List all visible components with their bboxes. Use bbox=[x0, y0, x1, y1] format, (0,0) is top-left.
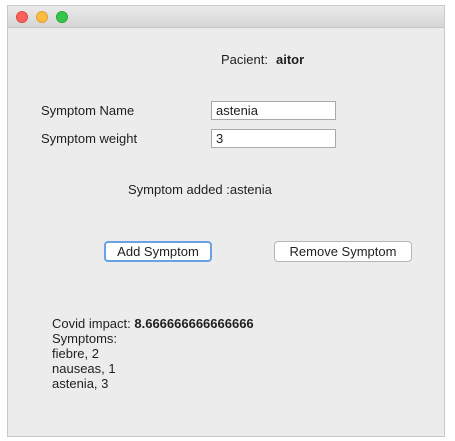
app-window: Pacient: aitor Symptom Name Symptom weigh… bbox=[7, 5, 445, 437]
remove-symptom-button[interactable]: Remove Symptom bbox=[274, 241, 412, 262]
close-window-button[interactable] bbox=[16, 11, 28, 23]
status-message: Symptom added :astenia bbox=[128, 182, 272, 197]
add-symptom-button[interactable]: Add Symptom bbox=[104, 241, 212, 262]
symptom-weight-label: Symptom weight bbox=[41, 131, 138, 146]
patient-name: aitor bbox=[275, 52, 305, 67]
maximize-window-button[interactable] bbox=[56, 11, 68, 23]
symptom-list-item: astenia, 3 bbox=[52, 376, 109, 391]
covid-impact: Covid impact: 8.666666666666666 bbox=[52, 316, 254, 331]
symptoms-label: Symptoms: bbox=[52, 331, 118, 346]
symptom-list-item: fiebre, 2 bbox=[52, 346, 99, 361]
patient-label: Pacient: bbox=[221, 52, 268, 67]
symptom-name-input[interactable] bbox=[211, 101, 336, 120]
patient-header: Pacient: aitor bbox=[221, 52, 304, 67]
covid-impact-label: Covid impact: bbox=[52, 316, 135, 331]
covid-impact-value: 8.666666666666666 bbox=[134, 316, 254, 331]
symptom-list-item: nauseas, 1 bbox=[52, 361, 116, 376]
title-bar bbox=[8, 6, 444, 28]
symptom-weight-input[interactable] bbox=[211, 129, 336, 148]
symptom-name-label: Symptom Name bbox=[41, 103, 135, 118]
minimize-window-button[interactable] bbox=[36, 11, 48, 23]
